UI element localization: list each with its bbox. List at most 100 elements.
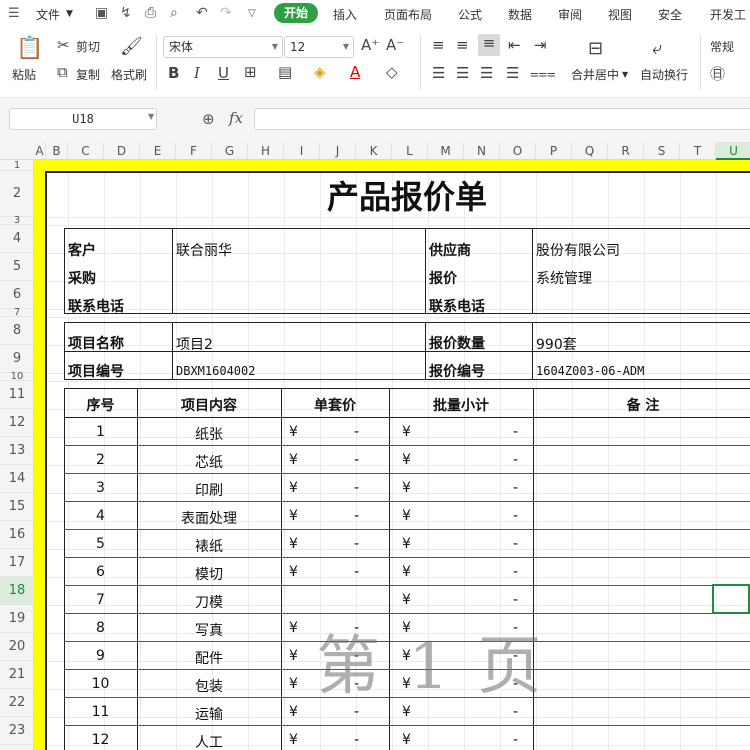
column-header-g[interactable]: G	[212, 142, 248, 160]
bold-icon[interactable]: B	[168, 64, 179, 82]
cell-batch-value[interactable]: -	[513, 508, 533, 524]
cell-no[interactable]: 1	[64, 424, 137, 440]
font-name-select[interactable]: 宋体 ▼	[163, 36, 283, 58]
column-header-k[interactable]: K	[356, 142, 392, 160]
wrap-text-icon[interactable]: ⤶	[652, 38, 662, 59]
row-header-3[interactable]: 3	[0, 216, 34, 226]
cell-no[interactable]: 7	[64, 592, 137, 608]
cell-no[interactable]: 4	[64, 508, 137, 524]
currency-icon[interactable]: ㊐	[710, 63, 725, 84]
cell-batch-value[interactable]: -	[513, 564, 533, 580]
italic-icon[interactable]: I	[194, 64, 200, 82]
column-header-s[interactable]: S	[644, 142, 680, 160]
cell-batch-value[interactable]: -	[513, 536, 533, 552]
cell-batch-value[interactable]: -	[513, 732, 533, 748]
cell-unit-currency[interactable]: ¥	[289, 424, 309, 440]
cell-no[interactable]: 8	[64, 620, 137, 636]
cell-batch-value[interactable]: -	[513, 592, 533, 608]
clear-icon[interactable]: ◇	[386, 63, 398, 81]
column-header-l[interactable]: L	[392, 142, 428, 160]
row-header-5[interactable]: 5	[0, 253, 34, 281]
row-header-22[interactable]: 22	[0, 689, 34, 717]
cell-no[interactable]: 11	[64, 704, 137, 720]
tab-developer[interactable]: 开发工	[710, 6, 746, 23]
row-header-23[interactable]: 23	[0, 717, 34, 745]
decrease-font-icon[interactable]: A⁻	[386, 36, 404, 54]
font-size-select[interactable]: 12 ▼	[284, 36, 354, 58]
tab-insert[interactable]: 插入	[333, 6, 357, 23]
cell-item[interactable]: 配件	[137, 648, 281, 668]
project-no-value[interactable]: DBXM1604002	[176, 364, 255, 378]
selected-cell[interactable]	[712, 584, 750, 614]
cell-unit-value[interactable]: -	[354, 732, 374, 748]
cell-unit-currency[interactable]: ¥	[289, 480, 309, 496]
row-header-2[interactable]: 2	[0, 171, 34, 217]
chevron-down-icon[interactable]: ▼	[148, 112, 154, 121]
undo-icon[interactable]: ↶	[196, 5, 208, 21]
cell-item[interactable]: 裱纸	[137, 536, 281, 556]
cell-unit-value[interactable]: -	[354, 536, 374, 552]
row-header-13[interactable]: 13	[0, 437, 34, 465]
row-header-4[interactable]: 4	[0, 225, 34, 253]
name-box[interactable]: U18	[9, 108, 157, 130]
cell-unit-value[interactable]: -	[354, 424, 374, 440]
cell-item[interactable]: 芯纸	[137, 452, 281, 472]
chevron-down-icon[interactable]: ▼	[622, 70, 628, 79]
copy-icon[interactable]: ⧉	[57, 63, 68, 81]
tab-view[interactable]: 视图	[608, 6, 632, 23]
cell-batch-currency[interactable]: ¥	[402, 424, 422, 440]
column-header-r[interactable]: R	[608, 142, 644, 160]
cell-no[interactable]: 10	[64, 676, 137, 692]
row-header-7[interactable]: 7	[0, 308, 34, 318]
cell-item[interactable]: 表面处理	[137, 508, 281, 528]
cell-unit-value[interactable]: -	[354, 564, 374, 580]
supplier-value[interactable]: 股份有限公司	[536, 240, 620, 260]
align-middle-icon[interactable]: ≡	[456, 36, 469, 54]
customer-value[interactable]: 联合丽华	[176, 240, 232, 260]
worksheet[interactable]: 产品报价单 客户 联合丽华 供应商 股份有限公司 采购 报价 系统管理 联系电话…	[34, 160, 750, 750]
justify-icon[interactable]: ☰	[506, 64, 519, 82]
number-format-select[interactable]: 常规	[710, 38, 734, 55]
cell-no[interactable]: 6	[64, 564, 137, 580]
cell-unit-currency[interactable]: ¥	[289, 452, 309, 468]
cell-unit-value[interactable]: -	[354, 480, 374, 496]
cell-batch-value[interactable]: -	[513, 452, 533, 468]
format-painter-button[interactable]: 格式刷	[111, 66, 147, 83]
row-header-18[interactable]: 18	[0, 577, 34, 605]
cell-item[interactable]: 刀模	[137, 592, 281, 612]
project-name-value[interactable]: 项目2	[176, 334, 213, 354]
underline-icon[interactable]: U	[218, 64, 229, 82]
redo-icon[interactable]: ↷	[220, 5, 232, 21]
copy-button[interactable]: 复制	[76, 66, 100, 83]
column-header-o[interactable]: O	[500, 142, 536, 160]
row-header-20[interactable]: 20	[0, 633, 34, 661]
tab-data[interactable]: 数据	[508, 6, 532, 23]
cell-batch-currency[interactable]: ¥	[402, 732, 422, 748]
cell-item[interactable]: 纸张	[137, 424, 281, 444]
tab-security[interactable]: 安全	[658, 6, 682, 23]
paste-button[interactable]: 粘贴	[12, 66, 36, 83]
formula-input[interactable]	[254, 108, 750, 130]
row-header-21[interactable]: 21	[0, 661, 34, 689]
border-icon[interactable]: ⊞	[244, 63, 257, 81]
fx-icon[interactable]: fx	[229, 109, 243, 127]
column-header-j[interactable]: J	[320, 142, 356, 160]
row-header-12[interactable]: 12	[0, 409, 34, 437]
page-title[interactable]: 产品报价单	[64, 174, 750, 220]
tab-formulas[interactable]: 公式	[458, 6, 482, 23]
column-header-p[interactable]: P	[536, 142, 572, 160]
column-header-m[interactable]: M	[428, 142, 464, 160]
cell-item[interactable]: 运输	[137, 704, 281, 724]
export-icon[interactable]: ↯	[120, 5, 132, 21]
cell-batch-currency[interactable]: ¥	[402, 592, 422, 608]
cell-batch-value[interactable]: -	[513, 480, 533, 496]
cell-item[interactable]: 人工	[137, 732, 281, 750]
row-header-15[interactable]: 15	[0, 493, 34, 521]
row-header-19[interactable]: 19	[0, 605, 34, 633]
align-right-icon[interactable]: ☰	[480, 64, 493, 82]
row-header-9[interactable]: 9	[0, 345, 34, 373]
print-icon[interactable]: ⎙	[145, 5, 156, 21]
row-header-1[interactable]: 1	[0, 160, 34, 171]
row-header-17[interactable]: 17	[0, 549, 34, 577]
column-header-q[interactable]: Q	[572, 142, 608, 160]
